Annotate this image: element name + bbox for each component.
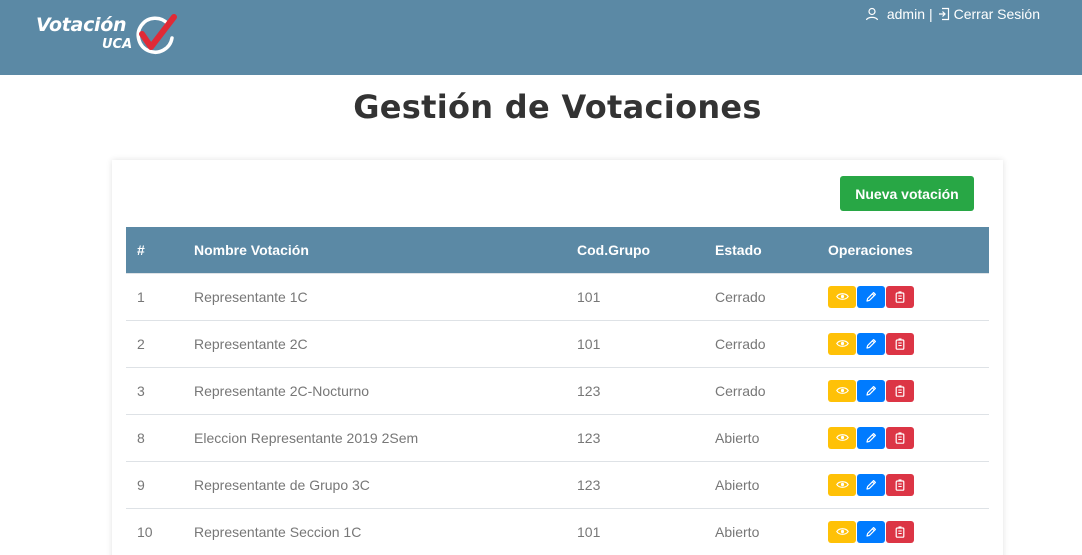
trash-icon [895, 431, 905, 444]
pencil-icon [866, 291, 876, 302]
operations-group [828, 285, 989, 308]
row-operations [828, 319, 989, 367]
trash-icon [895, 290, 905, 303]
brand-name: Votación [36, 14, 127, 36]
pencil-icon [866, 432, 876, 443]
user-nav: admin | Cerrar Sesión [865, 6, 1040, 22]
row-cod-grupo: 123 [577, 460, 715, 508]
row-number: 2 [126, 319, 194, 367]
row-name: Eleccion Representante 2019 2Sem [194, 413, 577, 461]
username-label[interactable]: admin [887, 6, 925, 22]
row-name: Representante 1C [194, 272, 577, 320]
table-row: 1 Representante 1C 101 Cerrado [126, 272, 989, 320]
table-row: 9 Representante de Grupo 3C 123 Abierto [126, 460, 989, 508]
header-name: Nombre Votación [194, 241, 309, 258]
eye-icon [835, 434, 849, 441]
top-navbar: Votación UCA admin | Cerrar Sesión [0, 0, 1082, 75]
operations-group [828, 520, 989, 543]
row-operations [828, 413, 989, 461]
view-button[interactable] [828, 379, 856, 402]
checkmark-logo-icon [136, 14, 177, 54]
votes-table: # Nombre Votación Cod.Grupo Estado Opera… [126, 227, 989, 555]
table-row: 10 Representante Seccion 1C 101 Abierto [126, 507, 989, 555]
eye-icon [835, 481, 849, 488]
row-operations [828, 507, 989, 555]
edit-button[interactable] [857, 473, 885, 496]
delete-button[interactable] [886, 332, 914, 355]
brand-sub: UCA [102, 37, 133, 52]
brand-logo[interactable]: Votación UCA [36, 12, 186, 60]
row-number: 10 [126, 507, 194, 555]
pencil-icon [866, 338, 876, 349]
row-name: Representante 2C [194, 319, 577, 367]
eye-icon [835, 293, 849, 300]
row-cod-grupo: 123 [577, 413, 715, 461]
view-button[interactable] [828, 285, 856, 308]
delete-button[interactable] [886, 426, 914, 449]
row-estado: Abierto [715, 413, 828, 461]
row-estado: Abierto [715, 460, 828, 508]
row-number: 8 [126, 413, 194, 461]
delete-button[interactable] [886, 285, 914, 308]
trash-icon [895, 526, 905, 538]
trash-icon [895, 337, 905, 350]
logout-link[interactable]: Cerrar Sesión [937, 6, 1040, 22]
row-name: Representante Seccion 1C [194, 507, 577, 555]
view-button[interactable] [828, 426, 856, 449]
delete-button[interactable] [886, 473, 914, 496]
operations-group [828, 332, 989, 355]
table-row: 2 Representante 2C 101 Cerrado [126, 319, 989, 367]
row-number: 3 [126, 366, 194, 414]
row-operations [828, 460, 989, 508]
row-cod-grupo: 101 [577, 507, 715, 555]
user-icon [865, 7, 878, 21]
row-estado: Cerrado [715, 366, 828, 414]
row-cod-grupo: 101 [577, 319, 715, 367]
view-button[interactable] [828, 520, 856, 543]
pencil-icon [866, 479, 876, 490]
header-cod-grupo: Cod.Grupo [577, 241, 651, 258]
trash-icon [895, 478, 905, 491]
operations-group [828, 379, 989, 402]
pencil-icon [866, 526, 876, 537]
operations-group [828, 426, 989, 449]
table-header-row: # Nombre Votación Cod.Grupo Estado Opera… [126, 227, 989, 273]
row-operations [828, 272, 989, 320]
edit-button[interactable] [857, 520, 885, 543]
pencil-icon [866, 385, 876, 396]
nav-separator: | [928, 6, 933, 22]
view-button[interactable] [828, 473, 856, 496]
edit-button[interactable] [857, 379, 885, 402]
row-number: 9 [126, 460, 194, 508]
header-estado: Estado [715, 241, 762, 258]
eye-icon [835, 528, 849, 536]
eye-icon [835, 387, 849, 394]
logout-label: Cerrar Sesión [953, 6, 1040, 22]
operations-group [828, 473, 989, 496]
header-number: # [137, 241, 145, 258]
edit-button[interactable] [857, 426, 885, 449]
row-name: Representante 2C-Nocturno [194, 366, 577, 414]
page-title: Gestión de Votaciones [353, 88, 762, 126]
view-button[interactable] [828, 332, 856, 355]
delete-button[interactable] [886, 520, 914, 543]
edit-button[interactable] [857, 285, 885, 308]
row-estado: Abierto [715, 507, 828, 555]
row-operations [828, 366, 989, 414]
logout-icon [938, 7, 949, 21]
header-operaciones: Operaciones [828, 241, 913, 258]
table-row: 8 Eleccion Representante 2019 2Sem 123 Abie… [126, 413, 989, 461]
table-row: 3 Representante 2C-Nocturno 123 Cerrado [126, 366, 989, 414]
eye-icon [835, 340, 849, 347]
row-cod-grupo: 123 [577, 366, 715, 414]
row-estado: Cerrado [715, 272, 828, 320]
row-cod-grupo: 101 [577, 272, 715, 320]
row-number: 1 [126, 272, 194, 320]
new-vote-button[interactable]: Nueva votación [840, 176, 974, 211]
row-name: Representante de Grupo 3C [194, 460, 577, 508]
delete-button[interactable] [886, 379, 914, 402]
edit-button[interactable] [857, 332, 885, 355]
row-estado: Cerrado [715, 319, 828, 367]
trash-icon [895, 384, 905, 397]
